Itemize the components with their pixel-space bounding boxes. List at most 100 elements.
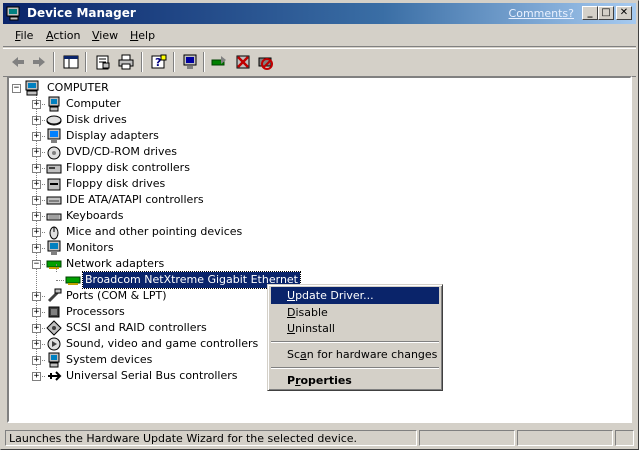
tree-category-label: Network adapters — [66, 257, 165, 270]
expand-expander[interactable]: + — [32, 340, 41, 349]
tree-category-row[interactable]: − Network adapters — [9, 256, 309, 272]
tree-category-row[interactable]: + IDE ATA/ATAPI controllers — [9, 192, 309, 208]
expand-expander[interactable]: + — [32, 196, 41, 205]
menu-item-update-driver[interactable]: Update Driver... — [271, 287, 439, 304]
tree-category-row[interactable]: + Disk drives — [9, 112, 309, 128]
tree-category-row[interactable]: + Universal Serial Bus controllers — [9, 368, 309, 384]
expand-expander[interactable]: + — [32, 324, 41, 333]
tree-category-label: Floppy disk controllers — [66, 161, 190, 174]
expand-expander[interactable]: + — [32, 132, 41, 141]
expand-expander[interactable]: + — [32, 164, 41, 173]
tree-root-row[interactable]: − COMPUTER — [9, 80, 209, 96]
expand-expander[interactable]: + — [32, 292, 41, 301]
menu-item-scan-hardware[interactable]: Scan for hardware changes — [271, 346, 439, 363]
tree-device-row[interactable]: Broadcom NetXtreme Gigabit Ethernet — [9, 264, 309, 289]
minimize-icon: _ — [587, 7, 593, 18]
menu-file[interactable]: File — [15, 29, 33, 43]
tree-category-row[interactable]: + Monitors — [9, 240, 309, 256]
disk-drive-icon — [46, 115, 62, 126]
collapse-expander[interactable]: − — [32, 260, 41, 269]
menu-view[interactable]: View — [92, 29, 118, 43]
tree-category-row[interactable]: + Floppy disk drives — [9, 176, 309, 192]
tree-category-row[interactable]: + Ports (COM & LPT) — [9, 288, 309, 304]
tree-category-label: Computer — [66, 97, 121, 110]
tree-root-label: COMPUTER — [47, 81, 109, 94]
tree-category-row[interactable]: + Computer — [9, 96, 309, 112]
expand-expander[interactable]: + — [32, 148, 41, 157]
disable-icon[interactable] — [257, 54, 273, 70]
help-icon[interactable]: ? — [151, 54, 167, 70]
tree-category-row[interactable]: + Mice and other pointing devices — [9, 224, 309, 240]
tree-guide-line — [56, 264, 57, 272]
menu-help[interactable]: Help — [130, 29, 155, 43]
toolbar-separator — [85, 52, 87, 72]
port-icon — [47, 288, 62, 303]
expand-expander[interactable]: + — [32, 308, 41, 317]
back-arrow-icon[interactable] — [10, 54, 26, 70]
menu-item-disable[interactable]: Disable — [271, 304, 439, 321]
expand-expander[interactable]: + — [32, 100, 41, 109]
system-device-icon — [48, 352, 60, 368]
expand-expander[interactable]: + — [32, 116, 41, 125]
tree-category-row[interactable]: + Floppy disk controllers — [9, 160, 309, 176]
status-panel — [419, 430, 515, 446]
menu-item-properties[interactable]: Properties — [271, 372, 439, 389]
tree-category-row[interactable]: + System devices — [9, 352, 309, 368]
tree-category-row[interactable]: + DVD/CD-ROM drives — [9, 144, 309, 160]
menu-item-label: Uninstall — [287, 320, 335, 337]
tree-category-row[interactable]: + Keyboards — [9, 208, 309, 224]
menu-help-label: elp — [138, 29, 156, 42]
maximize-button[interactable]: □ — [598, 6, 614, 20]
tree-category-label: Processors — [66, 305, 125, 318]
comments-link[interactable]: Comments? — [509, 7, 574, 20]
expand-expander[interactable]: + — [32, 180, 41, 189]
tree-category-label: Monitors — [66, 241, 114, 254]
properties-icon[interactable] — [95, 54, 111, 70]
network-adapter-icon — [46, 260, 62, 269]
menu-item-label: Disable — [287, 304, 328, 321]
tree-category-label: System devices — [66, 353, 153, 366]
expand-expander[interactable]: + — [32, 372, 41, 381]
label-part: n for hardware changes — [306, 348, 438, 361]
expand-expander[interactable]: + — [32, 244, 41, 253]
label-accel: a — [300, 348, 307, 361]
resize-grip[interactable] — [615, 430, 634, 446]
menu-separator — [271, 341, 439, 343]
forward-arrow-icon[interactable] — [31, 54, 47, 70]
status-bar: Launches the Hardware Update Wizard for … — [3, 429, 636, 447]
tree-category-row[interactable]: + SCSI and RAID controllers — [9, 320, 309, 336]
tree-category-label: Floppy disk drives — [66, 177, 166, 190]
title-bar[interactable]: Device Manager Comments? _ □ ✕ — [3, 3, 636, 24]
minimize-button[interactable]: _ — [582, 6, 598, 20]
floppy-drive-icon — [47, 178, 61, 191]
label-part: pdate Driver... — [295, 289, 374, 302]
print-icon[interactable] — [118, 54, 134, 70]
menu-action[interactable]: Action — [46, 29, 80, 43]
scan-hardware-icon[interactable] — [182, 54, 198, 70]
svg-text:?: ? — [155, 56, 161, 69]
collapse-expander[interactable]: − — [12, 84, 21, 93]
display-adapter-icon — [47, 128, 61, 143]
computer-icon — [48, 96, 60, 112]
tree-category-row[interactable]: + Processors — [9, 304, 309, 320]
dvd-drive-icon — [47, 146, 61, 160]
tree-category-row[interactable]: + Sound, video and game controllers — [9, 336, 309, 352]
tree-category-label: Mice and other pointing devices — [66, 225, 243, 238]
context-menu: Update Driver... Disable Uninstall Scan … — [267, 284, 443, 391]
keyboard-icon — [46, 213, 62, 221]
close-button[interactable]: ✕ — [616, 6, 632, 20]
expand-expander[interactable]: + — [32, 356, 41, 365]
computer-icon — [25, 80, 39, 96]
menu-item-uninstall[interactable]: Uninstall — [271, 320, 439, 337]
menu-item-label: Update Driver... — [287, 287, 374, 304]
expand-expander[interactable]: + — [32, 212, 41, 221]
tree-category-label: SCSI and RAID controllers — [66, 321, 207, 334]
tree-category-row[interactable]: + Display adapters — [9, 128, 309, 144]
device-manager-window: Device Manager Comments? _ □ ✕ File Acti… — [0, 0, 639, 450]
expand-expander[interactable]: + — [32, 228, 41, 237]
show-hide-console-tree-icon[interactable] — [63, 54, 79, 70]
tree-category-label: Ports (COM & LPT) — [66, 289, 167, 302]
ide-controller-icon — [46, 196, 62, 205]
update-driver-icon[interactable] — [211, 54, 227, 70]
uninstall-icon[interactable] — [235, 54, 251, 70]
